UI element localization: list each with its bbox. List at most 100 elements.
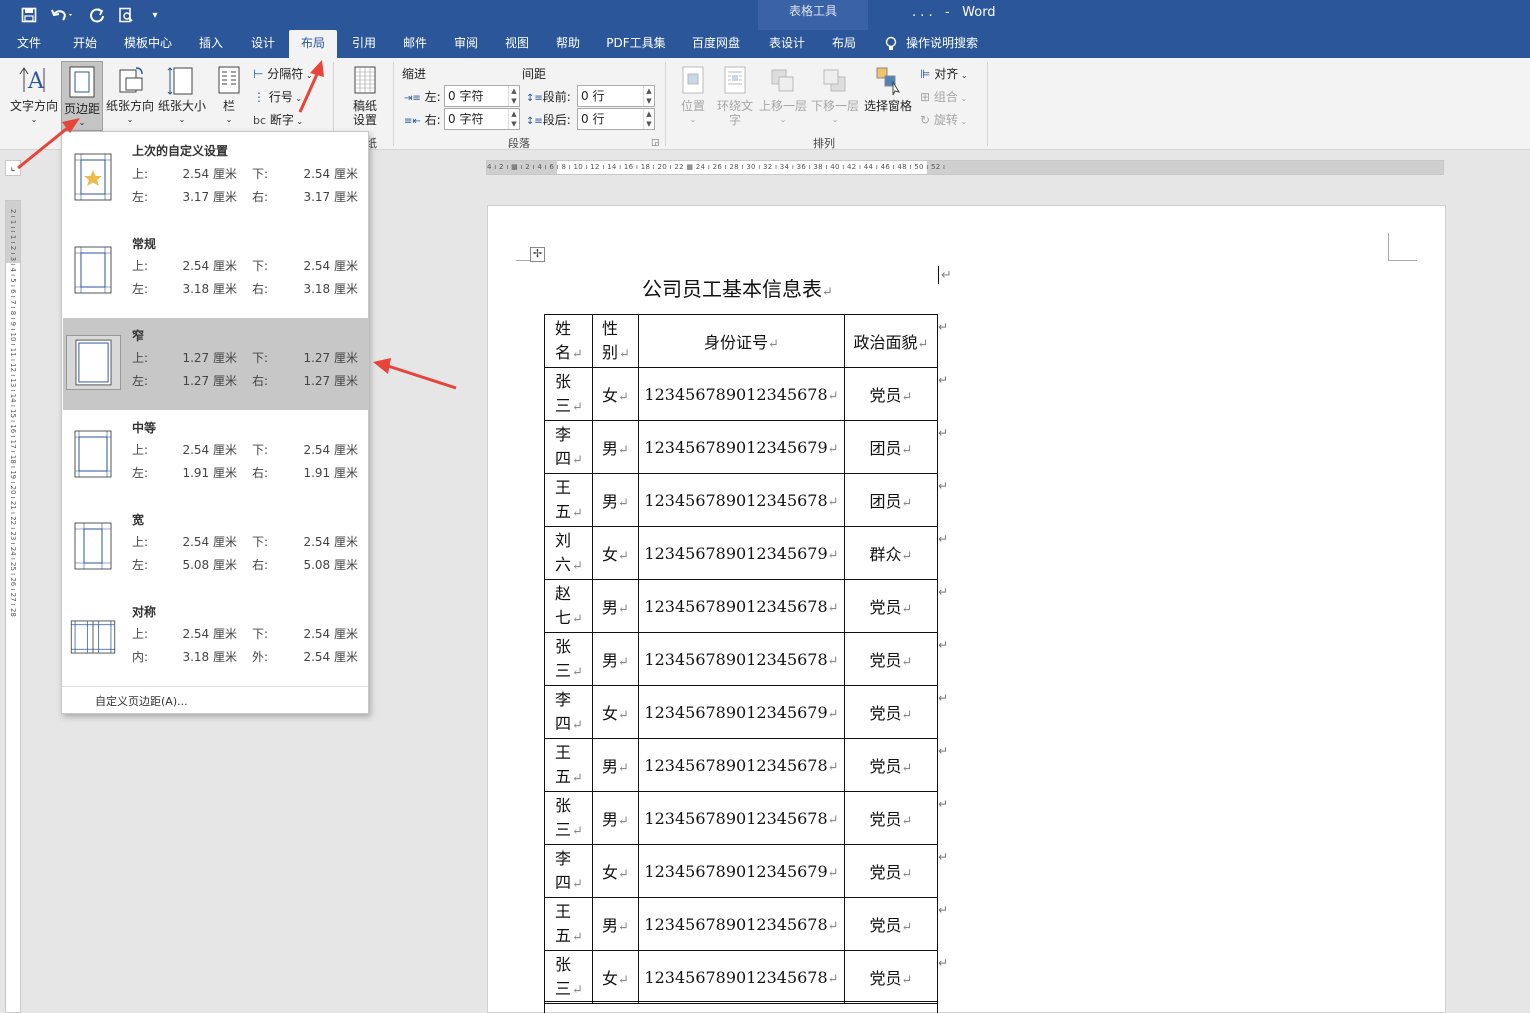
employee-table[interactable]: 姓名↵ 性别↵ 身份证号↵ 政治面貌↵ 张三↵ 女↵ 123456789012345… [544,314,938,1004]
redo-icon[interactable] [86,4,108,26]
horizontal-ruler[interactable]: 4 ı 2 ı ▦ ı 2 ı 4 ı 6 ı 8 ı 10 ı 12 ı 14… [486,160,1444,175]
table-cell[interactable]: 党员↵ [844,844,938,898]
table-cell[interactable]: 党员↵ [844,579,938,633]
table-cell[interactable]: 123456789012345678↵ [638,632,845,686]
table-cell[interactable]: 群众↵ [844,526,938,580]
table-cell[interactable]: 123456789012345679↵ [638,526,845,580]
hyphenation-button[interactable]: bc 断字 ⌄ [253,111,303,129]
document-title[interactable]: 公司员工基本信息表↵ [642,273,833,302]
tab-design[interactable]: 设计 [240,30,286,58]
table-cell[interactable]: 党员↵ [844,367,938,421]
bring-forward-button[interactable]: 上移一层 ⌄ [758,64,808,127]
vertical-ruler[interactable]: 2 ı 1 ı ı 1 ı 2 ı 3 ı 4 ı 5 ı 6 ı 7 ı 8 … [5,200,21,1013]
table-cell[interactable]: 王五↵ [544,473,593,527]
selection-pane-button[interactable]: 选择窗格 [862,64,914,113]
tab-insert[interactable]: 插入 [188,30,234,58]
orientation-button[interactable]: 纸张方向 ⌄ [104,64,156,127]
tab-templates[interactable]: 模板中心 [116,30,180,58]
table-cell[interactable]: 123456789012345679↵ [638,844,845,898]
print-preview-icon[interactable] [115,4,137,26]
tab-references[interactable]: 引用 [341,30,387,58]
table-cell[interactable]: 123456789012345679↵ [638,685,845,739]
custom-margins-item[interactable]: 自定义页边距(A)... [95,693,188,709]
rotate-button[interactable]: ↻ 旋转 ⌄ [920,111,967,128]
table-cell[interactable]: 张三↵ [544,632,593,686]
table-cell[interactable]: 123456789012345678↵ [638,950,845,1004]
draft-paper-settings-button[interactable]: 稿纸 设置 [343,64,387,127]
table-cell[interactable]: 123456789012345678↵ [638,738,845,792]
columns-button[interactable]: 栏 ⌄ [214,64,244,127]
tab-layout[interactable]: 布局 [289,30,337,58]
text-direction-button[interactable]: A 文字方向 ⌄ [8,64,60,127]
position-button[interactable]: 位置 ⌄ [674,64,712,127]
table-cell[interactable]: 男↵ [592,579,639,633]
table-cell[interactable]: 团员↵ [844,420,938,474]
table-cell[interactable]: 123456789012345678↵ [638,367,845,421]
table-cell[interactable]: 刘六↵ [544,526,593,580]
table-cell[interactable]: 女↵ [592,526,639,580]
tab-mailings[interactable]: 邮件 [392,30,438,58]
table-cell[interactable]: 女↵ [592,367,639,421]
table-cell[interactable]: 王五↵ [544,738,593,792]
table-cell[interactable]: 女↵ [592,950,639,1004]
header-cell[interactable]: 身份证号↵ [638,314,845,368]
table-cell[interactable]: 团员↵ [844,473,938,527]
margin-option-wide[interactable]: 宽 上: 2.54 厘米 下: 2.54 厘米 左: 5.08 厘米 右: 5.… [63,502,368,594]
margin-option-mirrored[interactable]: 对称 上: 2.54 厘米 下: 2.54 厘米 内: 3.18 厘米 外: 2… [63,594,368,686]
table-cell[interactable]: 男↵ [592,473,639,527]
breaks-button[interactable]: ⊢ 分隔符 ⌄ [253,65,313,83]
table-cell[interactable]: 男↵ [592,420,639,474]
paper-size-button[interactable]: 纸张大小 ⌄ [156,64,208,127]
header-cell[interactable]: 姓名↵ [544,314,593,368]
table-cell[interactable]: 张三↵ [544,950,593,1004]
paragraph-dialog-launcher-icon[interactable]: ◲ [651,138,660,148]
tab-review[interactable]: 审阅 [443,30,489,58]
table-cell[interactable]: 张三↵ [544,791,593,845]
tell-me-search[interactable]: 操作说明搜索 [906,30,990,58]
table-cell[interactable]: 党员↵ [844,950,938,1004]
header-cell[interactable]: 政治面貌↵ [844,314,938,368]
table-cell[interactable]: 男↵ [592,897,639,951]
line-numbers-button[interactable]: ⋮ 行号 ⌄ [253,88,302,106]
save-icon[interactable] [18,4,40,26]
spinner-arrows-icon[interactable]: ▲ ▼ [643,86,654,106]
indent-left-input[interactable]: 0 字符 ▲ ▼ [444,85,520,107]
header-cell[interactable]: 性别↵ [592,314,639,368]
table-cell[interactable]: 党员↵ [844,738,938,792]
spinner-arrows-icon[interactable]: ▲ ▼ [643,109,654,129]
spinner-arrows-icon[interactable]: ▲ ▼ [508,109,519,129]
table-cell[interactable]: 赵七↵ [544,579,593,633]
group-button[interactable]: ⊞ 组合 ⌄ [920,88,967,105]
margin-option-moderate[interactable]: 中等 上: 2.54 厘米 下: 2.54 厘米 左: 1.91 厘米 右: 1… [63,410,368,502]
margin-option-last-custom[interactable]: 上次的自定义设置 上: 2.54 厘米 下: 2.54 厘米 左: 3.17 厘… [63,133,368,225]
tab-pdf-tools[interactable]: PDF工具集 [600,30,672,58]
table-move-handle-icon[interactable]: ✢ [530,247,545,262]
send-backward-button[interactable]: 下移一层 ⌄ [810,64,860,127]
table-cell[interactable]: 123456789012345678↵ [638,473,845,527]
wrap-text-button[interactable]: 环绕文 字 [714,64,756,127]
tab-table-layout[interactable]: 布局 [820,30,868,58]
space-after-input[interactable]: 0 行 ▲ ▼ [577,108,655,130]
tab-selector-icon[interactable]: ⌞ [5,160,21,176]
table-cell[interactable]: 党员↵ [844,632,938,686]
table-cell[interactable]: 李四↵ [544,685,593,739]
table-cell[interactable]: 党员↵ [844,791,938,845]
tab-help[interactable]: 帮助 [545,30,591,58]
align-button[interactable]: ⊫ 对齐 ⌄ [920,65,968,82]
table-cell[interactable]: 男↵ [592,632,639,686]
table-cell[interactable]: 女↵ [592,685,639,739]
table-cell[interactable]: 王五↵ [544,897,593,951]
table-cell[interactable]: 李四↵ [544,420,593,474]
spinner-arrows-icon[interactable]: ▲ ▼ [508,86,519,106]
margin-option-narrow[interactable]: 窄 上: 1.27 厘米 下: 1.27 厘米 左: 1.27 厘米 右: 1.… [63,318,368,410]
customize-quick-access-icon[interactable]: ▾ [144,4,166,26]
tab-table-design[interactable]: 表设计 [760,30,814,58]
space-before-input[interactable]: 0 行 ▲ ▼ [577,85,655,107]
tab-file[interactable]: 文件 [8,30,50,58]
undo-icon[interactable] [48,4,76,26]
table-cell[interactable]: 123456789012345679↵ [638,420,845,474]
table-cell[interactable]: 李四↵ [544,844,593,898]
margin-option-normal[interactable]: 常规 上: 2.54 厘米 下: 2.54 厘米 左: 3.18 厘米 右: 3… [63,226,368,318]
tab-home[interactable]: 开始 [62,30,108,58]
table-cell[interactable]: 123456789012345678↵ [638,579,845,633]
